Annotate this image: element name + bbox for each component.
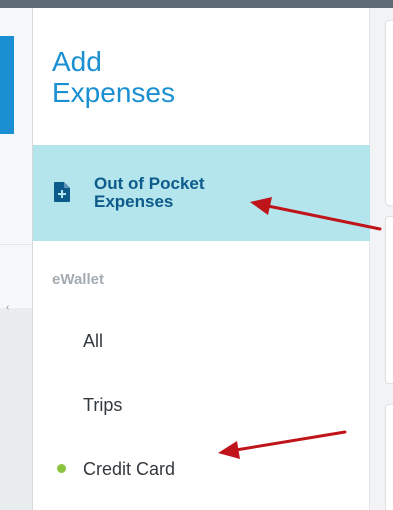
out-of-pocket-expenses-button[interactable]: Out of Pocket Expenses <box>33 145 370 241</box>
document-plus-icon <box>54 182 70 202</box>
left-lower-pane <box>0 308 32 510</box>
ewallet-item-trips[interactable]: Trips <box>83 395 122 416</box>
window-top-bar <box>0 0 393 8</box>
ewallet-item-credit-card[interactable]: Credit Card <box>83 459 175 480</box>
background-card <box>385 20 393 206</box>
out-of-pocket-label-line2: Expenses <box>94 192 174 211</box>
background-left-pane: ‹ <box>0 8 32 510</box>
panel-title-line2: Expenses <box>52 77 175 108</box>
out-of-pocket-label: Out of Pocket Expenses <box>94 175 294 211</box>
left-accent-bar <box>0 36 14 134</box>
left-divider <box>0 244 32 245</box>
ewallet-section-label: eWallet <box>52 271 104 288</box>
background-card <box>385 404 393 510</box>
panel-title: Add Expenses <box>52 46 302 108</box>
out-of-pocket-label-line1: Out of Pocket <box>94 174 205 193</box>
add-expenses-panel: Add Expenses Out of Pocket Expenses eWal… <box>32 8 370 510</box>
ewallet-item-all[interactable]: All <box>83 331 103 352</box>
panel-title-line1: Add <box>52 46 102 77</box>
left-edge-mark: ‹ <box>6 302 10 313</box>
credit-card-status-dot <box>57 464 66 473</box>
background-card <box>385 216 393 384</box>
